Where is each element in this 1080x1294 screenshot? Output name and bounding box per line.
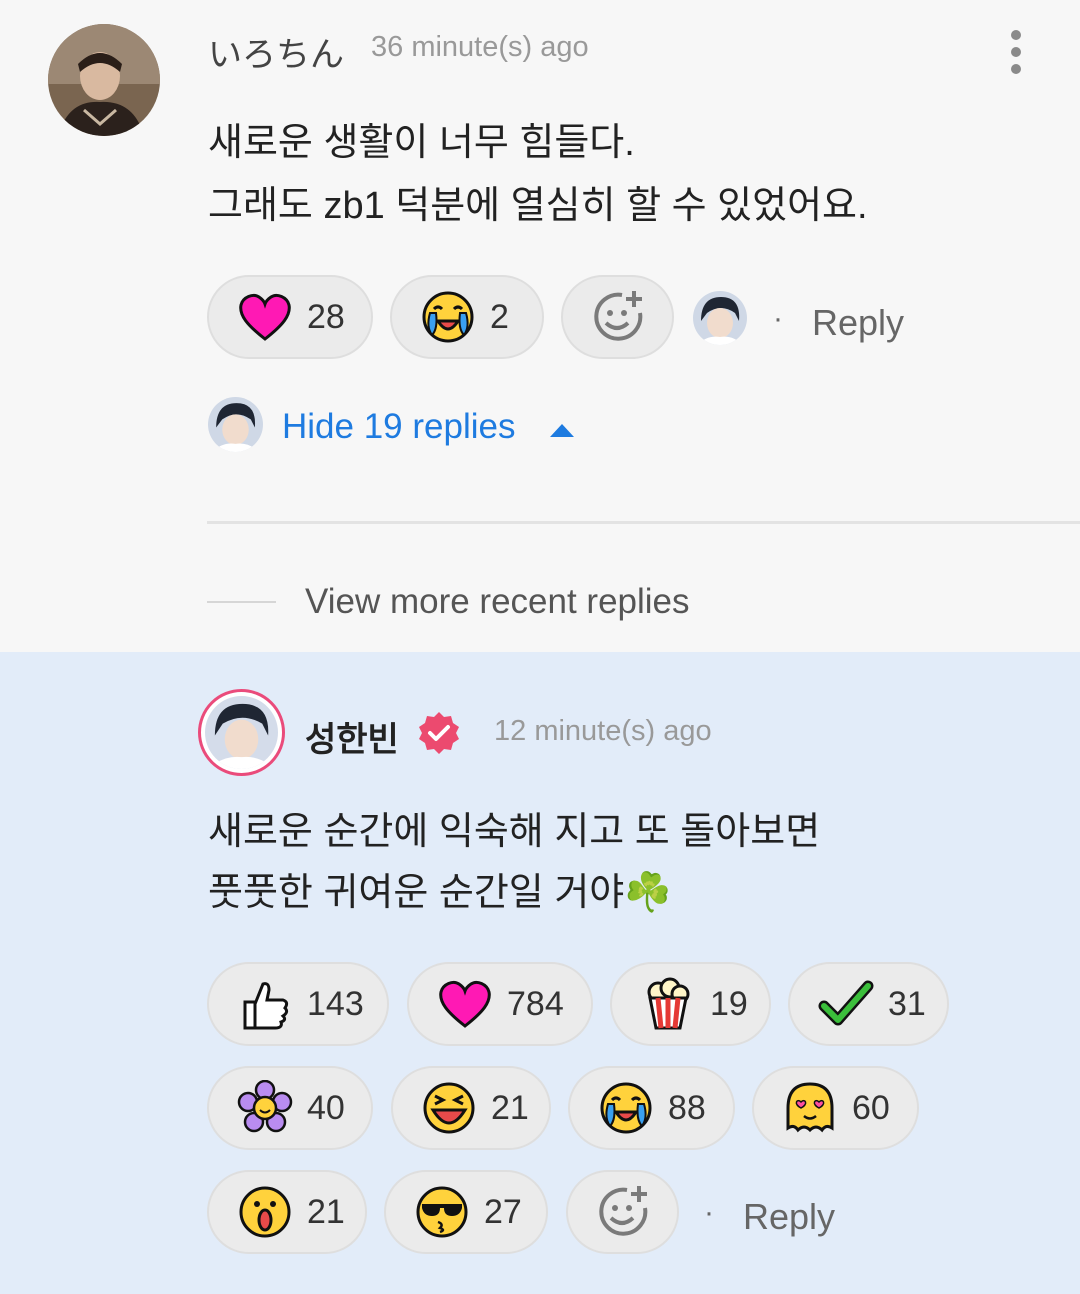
artist-reacted-avatar — [693, 291, 747, 345]
reaction-crying[interactable]: 2 — [390, 275, 544, 359]
reaction-crying[interactable]: 88 — [568, 1066, 735, 1150]
reaction-check[interactable]: 31 — [788, 962, 949, 1046]
reaction-laughing[interactable]: 21 — [391, 1066, 551, 1150]
reaction-popcorn[interactable]: 19 — [610, 962, 771, 1046]
verified-badge-icon — [416, 710, 462, 756]
comment-time: 36 minute(s) ago — [371, 31, 589, 63]
reaction-count: 60 — [852, 1088, 890, 1127]
reaction-sunglasses[interactable]: 27 — [384, 1170, 548, 1254]
laughing-face-icon — [421, 1080, 477, 1136]
comment-text-line-2: 그래도 zb1 덕분에 열심히 할 수 있었어요. — [208, 185, 868, 227]
view-more-replies-link[interactable]: View more recent replies — [305, 582, 690, 622]
reaction-count: 27 — [484, 1192, 522, 1231]
more-options-icon[interactable] — [1006, 30, 1026, 80]
add-reaction-button[interactable] — [561, 275, 674, 359]
thumbs-up-icon — [237, 976, 293, 1032]
reaction-count: 19 — [710, 984, 748, 1023]
add-reaction-icon — [590, 289, 646, 345]
flower-icon — [237, 1080, 293, 1136]
reaction-count: 31 — [888, 984, 926, 1023]
reaction-thumbs-up[interactable]: 143 — [207, 962, 389, 1046]
reaction-count: 784 — [507, 984, 564, 1023]
divider — [207, 521, 1080, 524]
reaction-heart[interactable]: 28 — [207, 275, 373, 359]
add-reaction-icon — [595, 1184, 651, 1240]
commenter-avatar[interactable] — [48, 24, 160, 136]
popcorn-icon — [640, 976, 696, 1032]
reply-text-line-2: 풋풋한 귀여운 순간일 거야☘️ — [208, 872, 672, 914]
reaction-flower[interactable]: 40 — [207, 1066, 373, 1150]
artist-avatar[interactable] — [198, 689, 285, 776]
love-ghost-icon — [782, 1080, 838, 1136]
heart-icon — [437, 976, 493, 1032]
short-divider — [207, 601, 276, 603]
reaction-surprised[interactable]: 21 — [207, 1170, 367, 1254]
reaction-count: 28 — [307, 297, 345, 336]
reply-button[interactable]: Reply — [812, 302, 904, 344]
hide-replies-link[interactable]: Hide 19 replies — [282, 407, 515, 447]
crying-face-icon — [598, 1080, 654, 1136]
reaction-count: 21 — [491, 1088, 529, 1127]
reply-button[interactable]: Reply — [743, 1196, 835, 1238]
reaction-heart[interactable]: 784 — [407, 962, 593, 1046]
reply-text-line-1: 새로운 순간에 익숙해 지고 또 돌아보면 — [208, 811, 821, 853]
reply-time: 12 minute(s) ago — [494, 715, 712, 747]
check-icon — [818, 976, 874, 1032]
comment-text-line-1: 새로운 생활이 너무 힘들다. — [208, 122, 635, 164]
reaction-count: 40 — [307, 1088, 345, 1127]
sunglasses-face-icon — [414, 1184, 470, 1240]
reaction-count: 2 — [490, 297, 509, 336]
surprised-face-icon — [237, 1184, 293, 1240]
reaction-count: 88 — [668, 1088, 706, 1127]
separator-dot: · — [704, 1196, 714, 1229]
reaction-count: 21 — [307, 1192, 345, 1231]
reaction-love-ghost[interactable]: 60 — [752, 1066, 919, 1150]
caret-up-icon[interactable] — [550, 424, 574, 437]
reaction-count: 143 — [307, 984, 364, 1023]
commenter-name[interactable]: いろちん — [208, 27, 344, 76]
artist-name[interactable]: 성한빈 — [305, 712, 399, 761]
heart-icon — [237, 289, 293, 345]
separator-dot: · — [773, 302, 783, 335]
replier-avatar — [208, 397, 263, 452]
add-reaction-button[interactable] — [566, 1170, 679, 1254]
crying-face-icon — [420, 289, 476, 345]
